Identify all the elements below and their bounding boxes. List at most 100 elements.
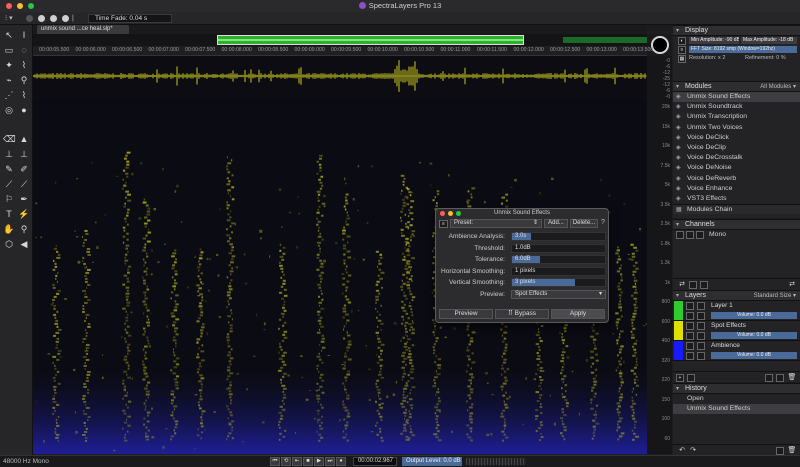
dialog-zoom-button[interactable] xyxy=(456,211,461,216)
toggle-icon[interactable] xyxy=(26,15,33,22)
tool-options-icon[interactable]: ⁝ ▾ xyxy=(5,14,13,23)
module-item[interactable]: ◈ Voice DeClip xyxy=(673,143,800,153)
time-ruler[interactable]: 00:00:05.500 00:00:06.000 00:00:06.500 00:0… xyxy=(33,46,653,56)
channel-lock-icon[interactable] xyxy=(696,231,704,239)
layer-mute-icon[interactable] xyxy=(697,332,705,340)
pencil-icon[interactable]: ✎ xyxy=(3,163,15,175)
time-fade-field[interactable]: Time Fade: 0.04 s xyxy=(88,14,172,23)
help-icon[interactable]: ? xyxy=(601,219,605,226)
channel-duplicate-icon[interactable] xyxy=(700,281,708,289)
layer-lock-icon[interactable] xyxy=(686,312,694,320)
heal-icon[interactable]: ⊥ xyxy=(18,148,30,160)
layer-merge-icon[interactable] xyxy=(765,374,773,382)
module-item[interactable]: ◈ Unmix Two Voices xyxy=(673,123,800,133)
time-marker-icon[interactable]: ● xyxy=(18,104,30,116)
layer-mute-icon[interactable] xyxy=(697,312,705,320)
layer-mute-icon[interactable] xyxy=(697,352,705,360)
layer-add-icon[interactable]: + xyxy=(676,374,684,382)
text-tool-icon[interactable]: T xyxy=(3,208,15,220)
layer-row[interactable]: Spot Effects Volume: 0.0 dB xyxy=(673,321,800,341)
hand-icon[interactable]: ✋ xyxy=(3,223,15,235)
marker-icon[interactable]: ⚐ xyxy=(3,193,15,205)
preview-target-dropdown[interactable]: Spot Effects ▾ xyxy=(511,289,606,299)
layer-group-icon[interactable] xyxy=(687,374,695,382)
speaker-icon[interactable]: ◀ xyxy=(18,238,30,250)
module-item[interactable]: ◈ Voice DeClick xyxy=(673,133,800,143)
fft-size-slider[interactable]: FFT Size: 8192 smp (Window=192hz) xyxy=(689,46,797,53)
amplify-icon[interactable]: ▲ xyxy=(18,133,30,145)
parameter-slider[interactable]: 1 pixels xyxy=(511,266,606,276)
dropper-icon[interactable]: ⟋ xyxy=(3,178,15,190)
rectangle-select-icon[interactable]: ▭ xyxy=(3,44,15,56)
dialog-titlebar[interactable]: Unmix Sound Effects xyxy=(436,209,608,218)
layer-solo-icon[interactable] xyxy=(697,342,705,350)
parameter-slider[interactable]: 3 pixels xyxy=(511,278,606,287)
layer-size-dropdown[interactable]: Standard Size ▾ xyxy=(754,291,796,301)
option-toggle-3[interactable] xyxy=(62,15,69,22)
layer-lock-icon[interactable] xyxy=(686,352,694,360)
minimize-window-button[interactable] xyxy=(17,3,23,9)
modules-panel-header[interactable]: ▾ Modules All Modules ▾ xyxy=(673,82,800,92)
layer-solo-icon[interactable] xyxy=(697,322,705,330)
text-cursor-icon[interactable]: I xyxy=(18,29,30,41)
module-item[interactable]: ◈ Voice Enhance xyxy=(673,184,800,194)
stop-button[interactable]: ■ xyxy=(303,457,313,466)
channel-mute-icon[interactable] xyxy=(686,231,694,239)
history-snapshot-icon[interactable] xyxy=(776,447,784,455)
navigation-wheel-icon[interactable] xyxy=(651,36,669,54)
modules-filter-dropdown[interactable]: All Modules ▾ xyxy=(760,82,796,92)
close-window-button[interactable] xyxy=(6,3,12,9)
channel-solo-icon[interactable] xyxy=(676,231,684,239)
cube-icon[interactable]: ⬡ xyxy=(3,238,15,250)
history-item[interactable]: Unmix Sound Effects xyxy=(673,404,800,414)
lasso-icon[interactable]: ◌ xyxy=(18,44,30,56)
preset-menu-icon[interactable]: ≡ xyxy=(439,220,448,228)
preset-add-button[interactable]: Add... xyxy=(544,219,568,228)
waveform-view[interactable] xyxy=(32,56,647,100)
parameter-slider[interactable]: 6.0dB xyxy=(511,255,606,264)
overview-visible-range[interactable] xyxy=(217,35,524,45)
max-amplitude-slider[interactable]: Max Amplitude: -18 dB xyxy=(741,37,797,44)
channel-row[interactable]: Mono xyxy=(673,230,800,240)
smudge-icon[interactable]: ⟋ xyxy=(18,178,30,190)
layer-row[interactable]: Ambience Volume: 0.0 dB xyxy=(673,341,800,361)
parameter-slider[interactable]: 3.0s xyxy=(511,232,606,241)
bypass-button[interactable]: ⠿ Bypass xyxy=(495,309,549,319)
record-button[interactable]: ● xyxy=(336,457,346,466)
rewind-button[interactable]: ⏮ xyxy=(270,457,280,466)
clone-icon[interactable]: ✐ xyxy=(18,163,30,175)
layer-visibility-icon[interactable] xyxy=(686,302,694,310)
dialog-minimize-button[interactable] xyxy=(448,211,453,216)
channels-panel-header[interactable]: ▾ Channels xyxy=(673,220,800,230)
zoom-window-button[interactable] xyxy=(28,3,34,9)
layer-visibility-icon[interactable] xyxy=(686,322,694,330)
apply-button[interactable]: Apply xyxy=(551,309,605,319)
frequency-select-icon[interactable]: ⌇ xyxy=(18,59,30,71)
zoom-icon[interactable]: ⚲ xyxy=(18,74,30,86)
forward-button[interactable]: ⏭ xyxy=(325,457,335,466)
output-level-slider[interactable]: Output Level: 0.0 dB xyxy=(402,457,462,466)
module-item[interactable]: ◈ Unmix Soundtrack xyxy=(673,102,800,112)
document-tab[interactable]: unmix sound ...ce heal.slp* xyxy=(37,25,129,34)
module-item[interactable]: ◈ Unmix Transcription xyxy=(673,112,800,122)
sound-select-icon[interactable]: ◎ xyxy=(3,104,15,116)
module-item[interactable]: ◈ VST3 Effects xyxy=(673,194,800,204)
stamp-icon[interactable]: ⊥ xyxy=(3,148,15,160)
channel-add-icon[interactable] xyxy=(689,281,697,289)
layer-volume-slider[interactable]: Volume: 0.0 dB xyxy=(711,312,797,319)
module-item[interactable]: ◈ Unmix Sound Effects xyxy=(673,92,800,103)
magic-wand-icon[interactable]: ✦ xyxy=(3,59,15,71)
magnifier-icon[interactable]: ⚲ xyxy=(18,223,30,235)
pen-icon[interactable]: ✒ xyxy=(18,193,30,205)
module-item[interactable]: ◈ Voice DeNoise xyxy=(673,163,800,173)
collapse-chevron-icon[interactable]: ▾ xyxy=(676,291,679,301)
play-button[interactable]: ▶ xyxy=(314,457,324,466)
layer-volume-slider[interactable]: Volume: 0.0 dB xyxy=(711,352,797,359)
collapse-chevron-icon[interactable]: ▾ xyxy=(676,82,679,92)
eraser-icon[interactable]: ⌫ xyxy=(3,133,16,145)
preset-delete-button[interactable]: Delete... xyxy=(570,219,598,228)
harmonic-icon[interactable]: ⋰ xyxy=(3,89,15,101)
preset-dropdown[interactable]: Preset: ⇕ xyxy=(450,219,542,228)
min-amplitude-slider[interactable]: Min Amplitude: -90 dB xyxy=(689,37,739,44)
collapse-chevron-icon[interactable]: ▾ xyxy=(676,220,679,230)
